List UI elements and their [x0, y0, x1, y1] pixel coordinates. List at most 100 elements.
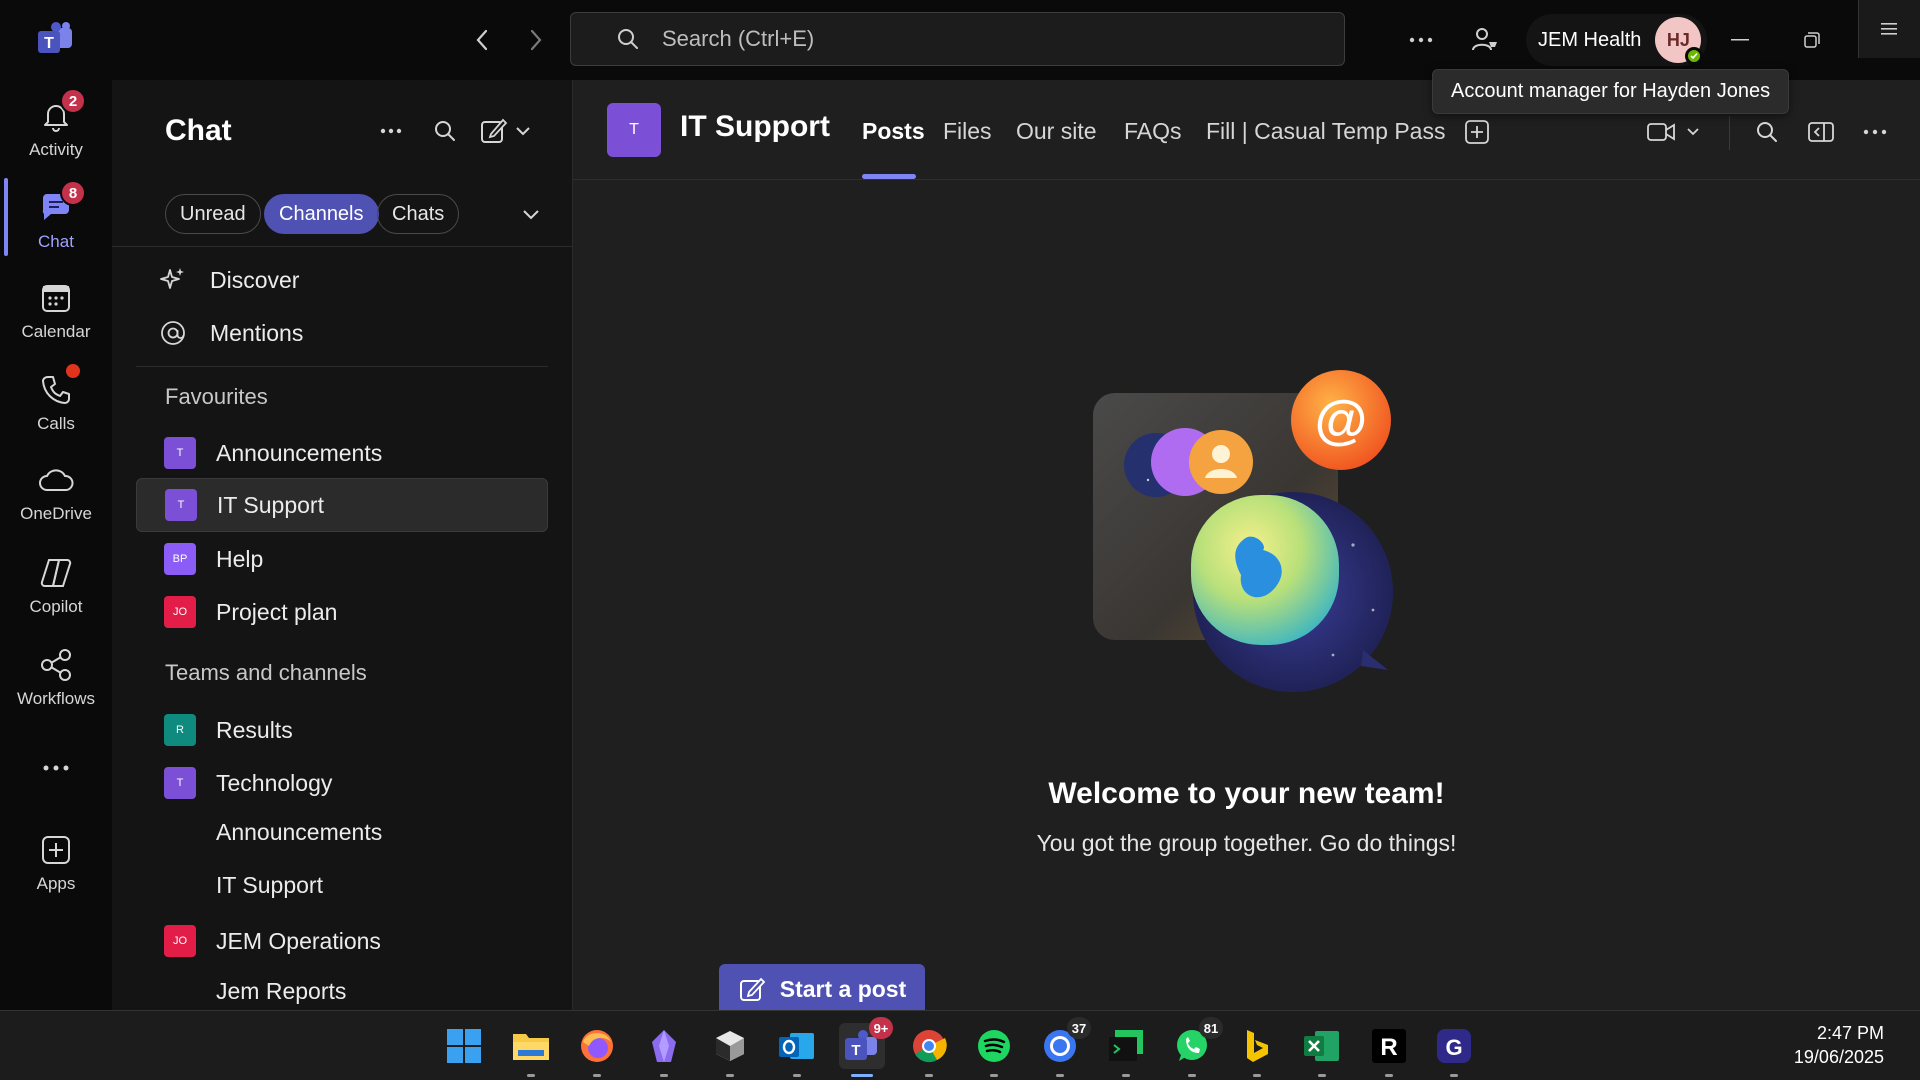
- signal-icon[interactable]: 37: [1037, 1017, 1091, 1077]
- tab-our-site[interactable]: Our site: [1016, 118, 1097, 145]
- fav-item-help[interactable]: BP Help: [136, 532, 548, 586]
- running-indicator: [527, 1074, 535, 1077]
- team-item-jem-operations[interactable]: JO JEM Operations: [136, 914, 548, 968]
- account-chip[interactable]: JEM Health HJ: [1526, 14, 1708, 66]
- add-app-icon: [36, 830, 76, 870]
- team-tile: JO: [164, 596, 196, 628]
- channel-item-it-support[interactable]: IT Support: [136, 858, 548, 912]
- restore-button[interactable]: [1792, 20, 1832, 60]
- channel-more-options-icon[interactable]: [1857, 114, 1893, 150]
- forward-arrow-icon[interactable]: [520, 24, 552, 56]
- nav-mentions[interactable]: Mentions: [136, 308, 548, 358]
- rail-item-copilot[interactable]: Copilot: [0, 545, 112, 625]
- running-indicator: [990, 1074, 998, 1077]
- clock-date: 19/06/2025: [1793, 1047, 1884, 1067]
- running-indicator: [1188, 1074, 1196, 1077]
- tab-faqs[interactable]: FAQs: [1124, 118, 1182, 145]
- bing-icon[interactable]: [1234, 1023, 1280, 1077]
- rail-item-onedrive[interactable]: OneDrive: [0, 452, 112, 532]
- channel-item-jem-reports[interactable]: Jem Reports: [136, 964, 548, 1010]
- r-app-icon[interactable]: R: [1366, 1023, 1412, 1077]
- app-rail: 2 Activity 8 Chat Calendar Calls OneDriv…: [0, 80, 112, 1010]
- new-chat-compose-icon[interactable]: [478, 114, 538, 148]
- teams-logo-icon[interactable]: T: [36, 22, 76, 58]
- more-options-icon[interactable]: [1403, 22, 1439, 58]
- teams-taskbar-badge: 9+: [869, 1017, 893, 1039]
- fav-item-announcements[interactable]: T Announcements: [136, 426, 548, 480]
- running-indicator: [1385, 1074, 1393, 1077]
- team-label: Project plan: [216, 598, 338, 625]
- rail-more-apps[interactable]: [0, 740, 112, 790]
- welcome-illustration: @: [1093, 370, 1443, 710]
- whatsapp-icon[interactable]: 81: [1169, 1017, 1223, 1077]
- tab-posts[interactable]: Posts: [862, 118, 925, 145]
- avatar[interactable]: HJ: [1655, 17, 1704, 65]
- fav-item-it-support[interactable]: T IT Support: [136, 478, 548, 532]
- obsidian-icon[interactable]: [641, 1023, 687, 1077]
- sparkle-icon: [158, 265, 188, 295]
- fav-item-project-plan[interactable]: JO Project plan: [136, 585, 548, 639]
- start-post-button[interactable]: Start a post: [719, 964, 925, 1014]
- rail-item-calendar[interactable]: Calendar: [0, 270, 112, 350]
- channel-item-announcements[interactable]: Announcements: [136, 805, 548, 859]
- filter-unread[interactable]: Unread: [165, 194, 261, 234]
- tab-fill-casual-temp-pass[interactable]: Fill | Casual Temp Pass: [1206, 118, 1445, 145]
- channel-label: IT Support: [216, 871, 323, 898]
- search-icon: [618, 29, 638, 49]
- outlook-icon[interactable]: [774, 1023, 820, 1077]
- search-input[interactable]: [662, 26, 1262, 52]
- team-label: Help: [216, 545, 264, 572]
- chat-search-icon[interactable]: [428, 114, 462, 148]
- filter-chats[interactable]: Chats: [377, 194, 460, 234]
- teams-taskbar-icon[interactable]: T 9+: [839, 1017, 893, 1077]
- header-separator: [1729, 116, 1730, 150]
- chat-badge: 8: [60, 180, 86, 206]
- rail-item-workflows[interactable]: Workflows: [0, 637, 112, 717]
- cube-app-icon[interactable]: [707, 1023, 753, 1077]
- back-arrow-icon[interactable]: [466, 24, 498, 56]
- chrome-icon[interactable]: [906, 1023, 952, 1077]
- title-bar: T JEM Health HJ: [0, 0, 1920, 80]
- team-item-technology[interactable]: T Technology: [136, 756, 548, 810]
- filters-expand-chevron-icon[interactable]: [514, 197, 548, 231]
- nav-discover[interactable]: Discover: [136, 255, 548, 305]
- clock-time: 2:47 PM: [1816, 1023, 1884, 1043]
- system-clock[interactable]: 2:47 PM 19/06/2025: [1794, 1021, 1884, 1069]
- terminal-icon[interactable]: [1103, 1023, 1149, 1077]
- search-bar[interactable]: [570, 12, 1345, 66]
- team-item-results[interactable]: R Results: [136, 703, 548, 757]
- minimize-button[interactable]: [1720, 20, 1760, 60]
- spotify-icon[interactable]: [971, 1023, 1017, 1077]
- divider: [112, 246, 572, 247]
- channel-main: T IT Support Posts Files Our site FAQs F…: [573, 80, 1920, 1014]
- rail-item-chat[interactable]: 8 Chat: [0, 180, 112, 260]
- channel-info-pane-icon[interactable]: [1803, 114, 1839, 150]
- filter-channels[interactable]: Channels: [264, 194, 379, 234]
- chat-more-options-icon[interactable]: [374, 114, 408, 148]
- running-indicator: [1318, 1074, 1326, 1077]
- channel-search-icon[interactable]: [1749, 114, 1785, 150]
- people-bell-icon[interactable]: [1466, 22, 1502, 58]
- divider: [136, 366, 548, 367]
- rail-item-activity[interactable]: 2 Activity: [0, 88, 112, 168]
- running-indicator: [1122, 1074, 1130, 1077]
- rail-label: Activity: [29, 140, 83, 159]
- tab-files[interactable]: Files: [943, 118, 992, 145]
- rail-item-calls[interactable]: Calls: [0, 362, 112, 442]
- copilot-icon: [36, 553, 76, 593]
- excel-icon[interactable]: [1299, 1023, 1345, 1077]
- add-tab-icon[interactable]: [1459, 114, 1495, 150]
- file-explorer-icon[interactable]: [508, 1023, 554, 1077]
- rail-item-apps[interactable]: Apps: [0, 822, 112, 902]
- running-indicator: [593, 1074, 601, 1077]
- firefox-icon[interactable]: [574, 1023, 620, 1077]
- windows-start-icon[interactable]: [441, 1023, 487, 1069]
- team-tile: R: [164, 714, 196, 746]
- favourites-section-label: Favourites: [165, 384, 268, 409]
- g-app-icon[interactable]: G: [1431, 1023, 1477, 1077]
- meet-video-dropdown-icon[interactable]: [1643, 114, 1709, 150]
- overflow-menu-icon[interactable]: [1858, 0, 1920, 58]
- team-tile: T: [164, 767, 196, 799]
- team-label: JEM Operations: [216, 927, 381, 954]
- running-indicator: [660, 1074, 668, 1077]
